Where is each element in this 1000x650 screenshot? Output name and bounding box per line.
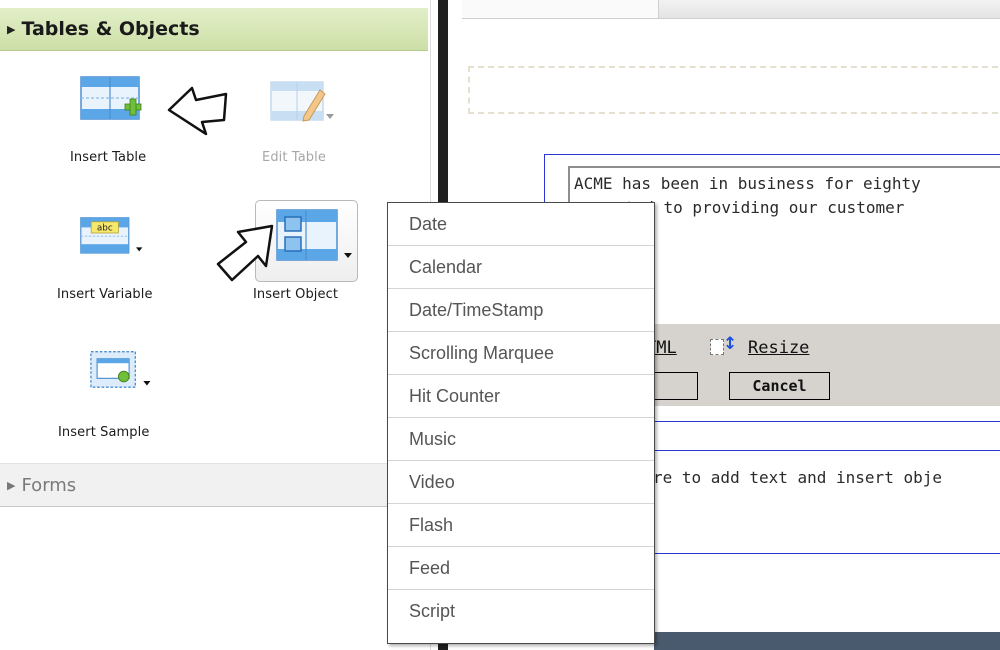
insert-variable-label: Insert Variable: [57, 287, 153, 302]
insert-table-icon: [80, 76, 142, 120]
edit-table-label: Edit Table: [262, 150, 326, 165]
insert-variable-icon: abc: [80, 217, 143, 254]
tables-objects-header[interactable]: ▶ Tables & Objects: [0, 8, 428, 51]
menu-item-calendar[interactable]: Calendar: [388, 246, 654, 289]
menu-item-scrolling-marquee[interactable]: Scrolling Marquee: [388, 332, 654, 375]
insert-object-label: Insert Object: [253, 287, 339, 302]
menu-item-date-timestamp[interactable]: Date/TimeStamp: [388, 289, 654, 332]
cancel-button[interactable]: Cancel: [729, 372, 830, 400]
expand-arrow-icon: ▶: [7, 22, 16, 36]
menu-item-script[interactable]: Script: [388, 590, 654, 633]
placeholder-text: re to add text and insert obje: [653, 468, 942, 487]
insert-table-label: Insert Table: [70, 150, 147, 165]
pointer-cursor-icon-2: [216, 224, 274, 282]
text-line-2: ted to providing our customer: [625, 198, 905, 217]
menu-item-feed[interactable]: Feed: [388, 547, 654, 590]
menu-item-flash[interactable]: Flash: [388, 504, 654, 547]
insert-sample-label: Insert Sample: [58, 425, 150, 440]
menu-item-date[interactable]: Date: [388, 203, 654, 246]
forms-title: Forms: [21, 474, 77, 496]
editor-tab[interactable]: [462, 0, 659, 18]
empty-content-region[interactable]: [468, 66, 1000, 114]
pointer-cursor-icon: [167, 86, 228, 136]
resize-checkbox[interactable]: [710, 339, 724, 355]
menu-item-music[interactable]: Music: [388, 418, 654, 461]
forms-header[interactable]: ▶ Forms: [0, 463, 428, 507]
section-title: Tables & Objects: [21, 18, 200, 40]
menu-item-video[interactable]: Video: [388, 461, 654, 504]
insert-object-menu: Date Calendar Date/TimeStamp Scrolling M…: [387, 202, 655, 644]
resize-link[interactable]: Resize: [748, 338, 809, 358]
insert-object-icon: [276, 209, 352, 261]
app-window: ▶ Tables & Objects Insert Table Edit Tab…: [0, 0, 1000, 650]
collapsed-arrow-icon: ▶: [7, 478, 16, 492]
text-line-1: ACME has been in business for eighty: [574, 174, 921, 193]
resize-arrow-icon: ↕: [723, 334, 738, 354]
edit-table-icon: [270, 81, 334, 122]
editor-footer-bar: [654, 632, 1000, 650]
variable-icon-text: abc: [97, 224, 113, 234]
insert-sample-icon: [90, 351, 151, 388]
menu-item-hit-counter[interactable]: Hit Counter: [388, 375, 654, 418]
tool-panel: ▶ Tables & Objects Insert Table Edit Tab…: [0, 0, 432, 650]
editor-top-strip: [462, 0, 1000, 19]
